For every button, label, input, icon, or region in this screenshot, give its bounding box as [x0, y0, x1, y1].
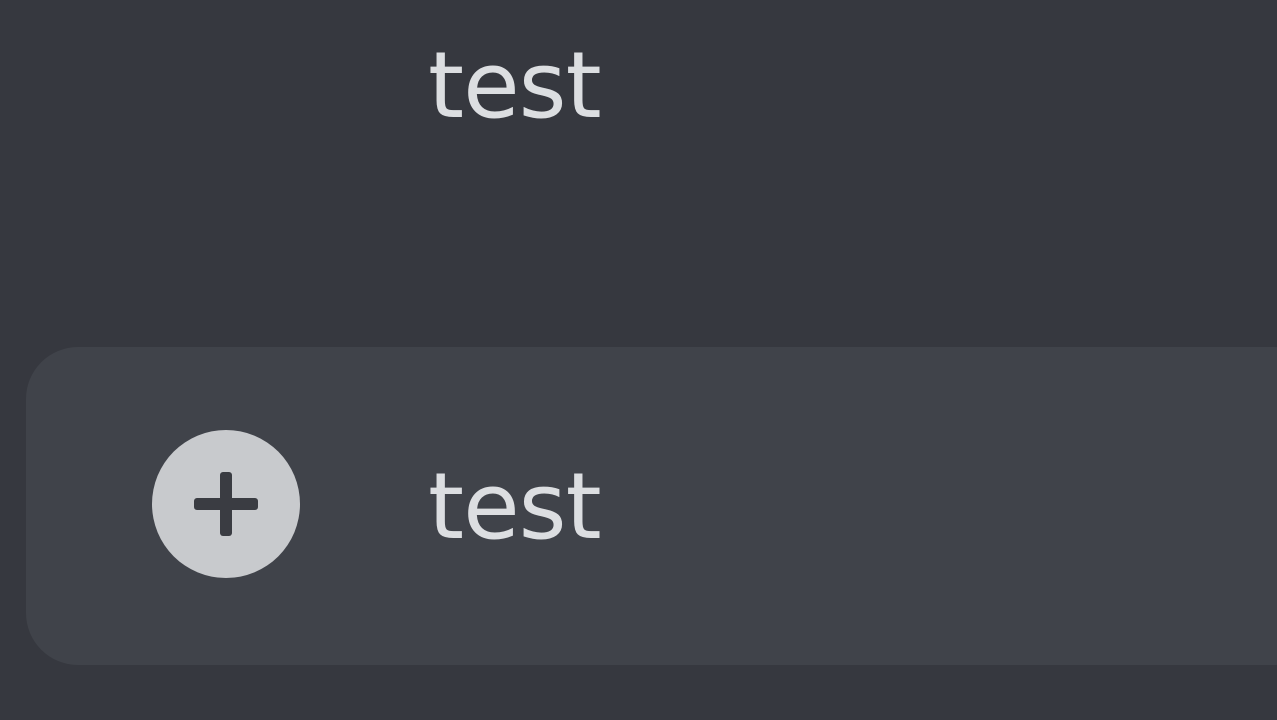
attach-plus-button[interactable]: [152, 430, 300, 578]
message-text: test: [428, 32, 602, 139]
composer-input-text[interactable]: test: [428, 461, 602, 553]
chat-viewport: test test: [0, 0, 1277, 720]
message-composer[interactable]: test: [26, 347, 1277, 665]
plus-icon: [194, 472, 258, 536]
